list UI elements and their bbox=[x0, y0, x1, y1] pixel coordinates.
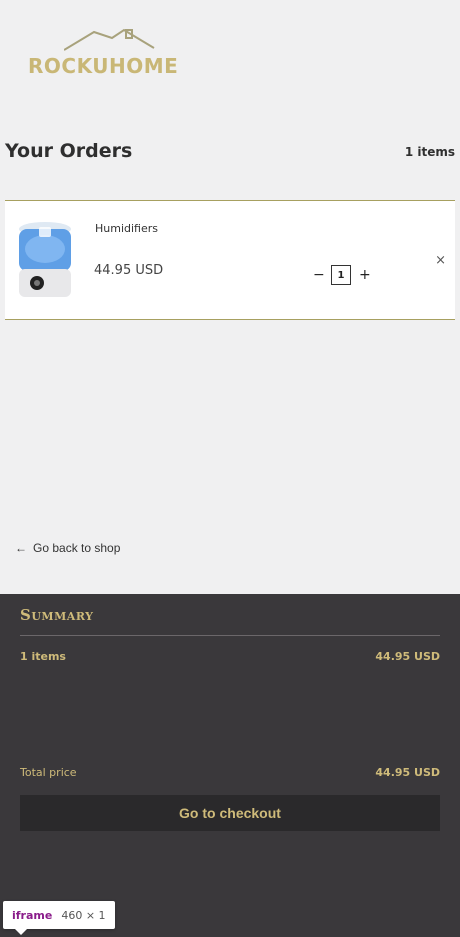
back-to-shop-label: Go back to shop bbox=[33, 541, 121, 555]
quantity-value[interactable]: 1 bbox=[331, 265, 351, 285]
back-to-shop-link[interactable]: ← Go back to shop bbox=[15, 541, 120, 555]
summary-items-count: 1 items bbox=[20, 650, 66, 663]
total-price-label: Total price bbox=[20, 766, 77, 779]
product-name[interactable]: Humidifiers bbox=[95, 222, 158, 235]
product-price: 44.95 USD bbox=[94, 263, 164, 278]
quantity-stepper: − 1 + bbox=[313, 265, 371, 285]
humidifier-image bbox=[19, 222, 71, 297]
page-title: Your Orders bbox=[5, 140, 133, 162]
devtools-iframe-badge: iframe 460 × 1 bbox=[3, 901, 115, 935]
summary-title: Summary bbox=[20, 606, 94, 624]
decrease-quantity-button[interactable]: − bbox=[313, 268, 325, 282]
product-image[interactable] bbox=[15, 219, 75, 301]
badge-tag: iframe bbox=[12, 908, 53, 922]
badge-dimensions: 460 × 1 bbox=[61, 908, 106, 922]
order-summary: Summary 1 items 44.95 USD Total price 44… bbox=[0, 594, 460, 937]
brand-logo[interactable]: ROCKUHOME bbox=[28, 26, 188, 80]
checkout-button[interactable]: Go to checkout bbox=[20, 795, 440, 831]
order-item: Humidifiers 44.95 USD − 1 + × bbox=[5, 200, 455, 320]
arrow-left-icon: ← bbox=[15, 541, 27, 555]
house-roof-icon bbox=[64, 28, 155, 51]
summary-divider bbox=[20, 635, 440, 636]
remove-item-icon[interactable]: × bbox=[435, 253, 446, 268]
summary-items-price: 44.95 USD bbox=[375, 650, 440, 663]
orders-count: 1 items bbox=[404, 145, 455, 159]
total-price-value: 44.95 USD bbox=[375, 766, 440, 779]
brand-name: ROCKUHOME bbox=[28, 54, 179, 78]
increase-quantity-button[interactable]: + bbox=[359, 268, 371, 282]
